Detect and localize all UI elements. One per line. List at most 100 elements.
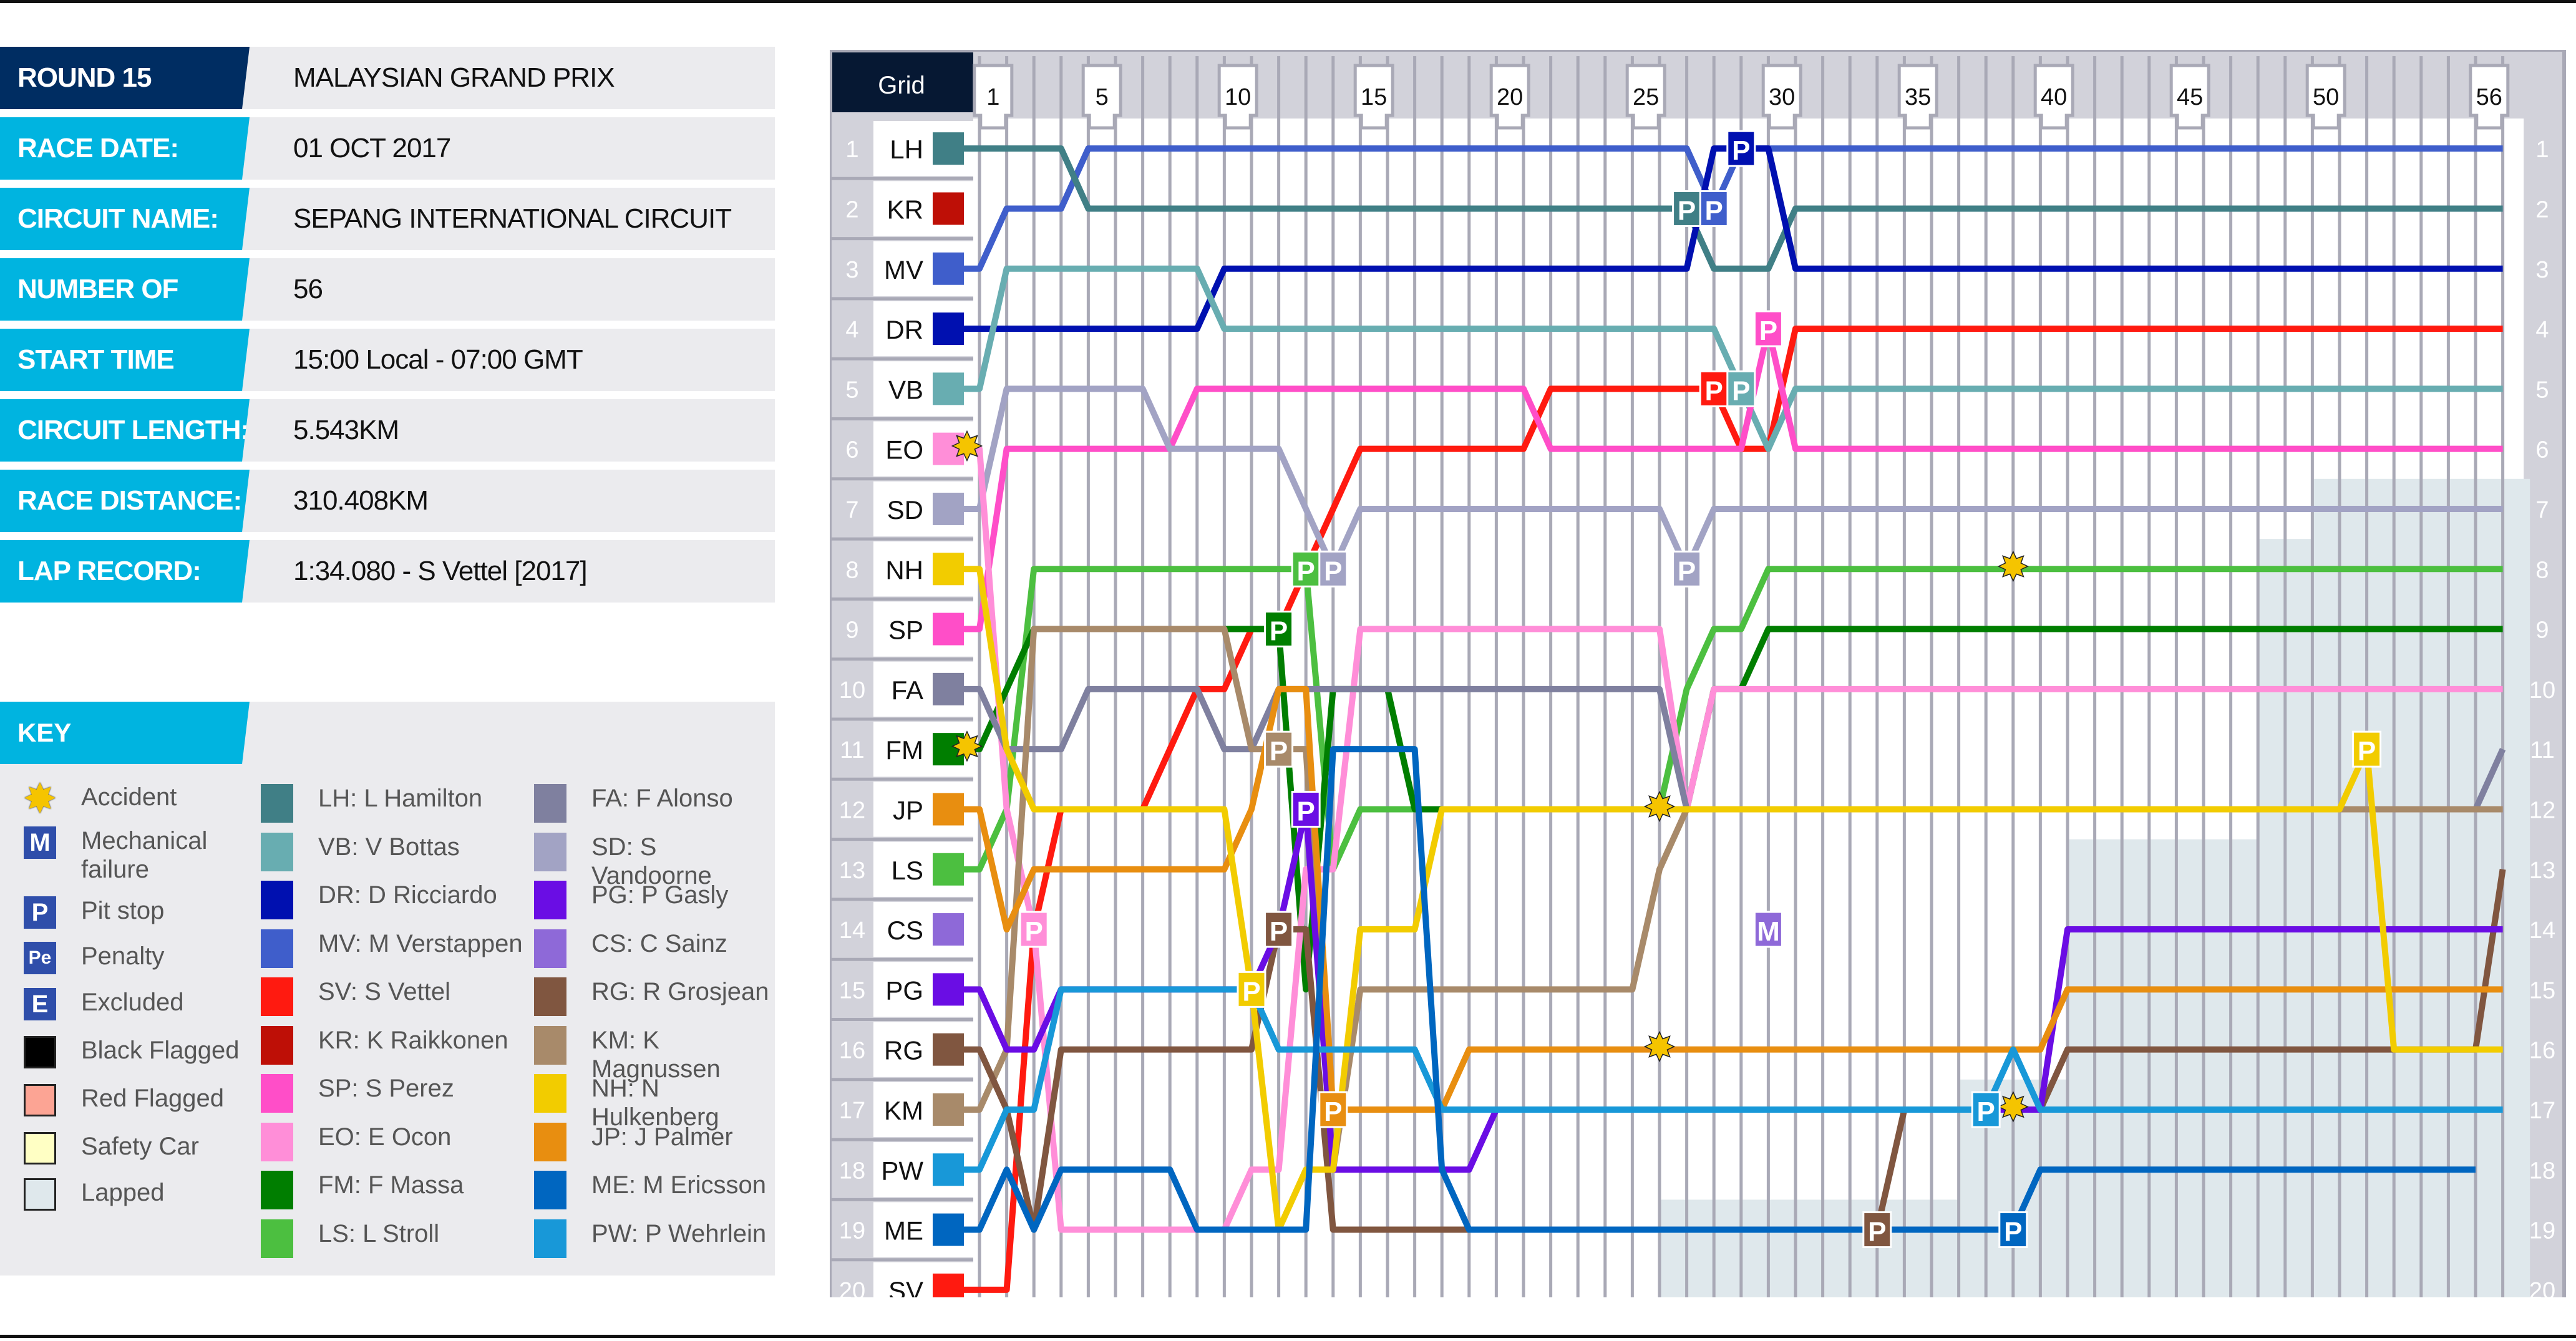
grid-position-number: 11 xyxy=(840,737,864,763)
final-position-number: 8 xyxy=(2535,557,2549,583)
grid-driver-swatch xyxy=(933,372,964,405)
key-item: M Mechanical failure xyxy=(24,826,207,883)
lap-tick-label: 56 xyxy=(2476,84,2502,110)
key-item: Black Flagged xyxy=(24,1036,239,1080)
grid-position-number: 9 xyxy=(845,617,858,644)
grid-driver-code: LS xyxy=(892,856,923,885)
grid-header-label: Grid xyxy=(878,72,925,99)
key-label: PG: P Gasly xyxy=(591,881,729,909)
pit-stop-label: P xyxy=(1868,1217,1886,1247)
grid-driver-swatch xyxy=(933,612,964,646)
grid-driver-swatch xyxy=(933,492,964,525)
pit-stop-label: P xyxy=(1732,135,1750,166)
grid-position-number: 13 xyxy=(839,858,865,884)
grid-driver-swatch xyxy=(933,1033,964,1066)
final-position-number: 5 xyxy=(2535,377,2549,403)
grid-driver-code: KR xyxy=(887,195,923,224)
grid-driver-swatch xyxy=(933,132,964,165)
grid-driver-code: ME xyxy=(884,1216,923,1246)
key-item: NH: N Hulkenberg xyxy=(534,1074,775,1131)
pit-stop-label: P xyxy=(1270,736,1288,767)
info-label: START TIME xyxy=(0,329,250,391)
info-row: CIRCUIT LENGTH: 5.543KM xyxy=(0,399,775,462)
info-value: 310.408KM xyxy=(293,485,429,516)
grid-driver-code: FM xyxy=(885,735,923,765)
grid-position-number: 12 xyxy=(839,797,865,823)
final-position-number: 3 xyxy=(2535,257,2549,283)
key-item: E Excluded xyxy=(24,988,184,1032)
grid-position-number: 2 xyxy=(845,196,858,223)
grid-driver-code: SP xyxy=(888,616,923,645)
key-label: KR: K Raikkonen xyxy=(318,1026,508,1054)
driver-color-swatch xyxy=(534,977,566,1016)
key-label: Safety Car xyxy=(81,1133,199,1160)
key-label: Lapped xyxy=(81,1179,165,1206)
final-position-number: 2 xyxy=(2535,196,2549,223)
grid-driver-code: PG xyxy=(885,975,923,1005)
key-label: LS: L Stroll xyxy=(318,1219,440,1247)
driver-color-swatch xyxy=(534,1074,566,1113)
key-label: MV: M Verstappen xyxy=(318,929,523,957)
lap-tick-label: 45 xyxy=(2177,84,2203,110)
final-position-number: 11 xyxy=(2530,737,2554,763)
accident-icon: ✸ xyxy=(951,426,983,469)
info-label: RACE DISTANCE: xyxy=(0,470,250,532)
grid-driver-code: PW xyxy=(881,1156,923,1185)
key-item: PW: P Wehrlein xyxy=(534,1219,766,1263)
key-label: FA: F Alonso xyxy=(591,785,733,812)
grid-position-number: 16 xyxy=(839,1038,865,1064)
driver-color-swatch xyxy=(534,832,566,871)
red-flag-swatch xyxy=(24,1084,56,1116)
grid-driver-code: MV xyxy=(884,255,923,284)
grid-driver-swatch xyxy=(933,913,964,946)
info-row: NUMBER OF LAPS: 56 xyxy=(0,258,775,321)
pit-stop-label: P xyxy=(1678,556,1696,586)
grid-position-number: 1 xyxy=(845,137,858,163)
driver-color-swatch xyxy=(534,929,566,968)
final-position-number: 13 xyxy=(2529,858,2555,884)
accident-icon: ✸ xyxy=(951,726,983,769)
accident-icon: ✸ xyxy=(1643,786,1676,829)
lap-tick-label: 40 xyxy=(2041,84,2067,110)
lap-tick-label: 15 xyxy=(1361,84,1387,110)
grid-position-number: 18 xyxy=(839,1158,865,1184)
final-position-number: 16 xyxy=(2529,1038,2555,1064)
key-label: Penalty xyxy=(81,942,165,970)
driver-color-swatch xyxy=(534,1122,566,1161)
grid-driver-swatch xyxy=(933,1273,964,1297)
key-item: ✸ Accident xyxy=(24,778,177,826)
driver-color-swatch xyxy=(534,1219,566,1258)
driver-color-swatch xyxy=(261,784,293,823)
key-label: EO: E Ocon xyxy=(318,1123,452,1151)
key-item: Pe Penalty xyxy=(24,942,164,985)
top-rule xyxy=(0,0,2576,3)
pit-stop-label: P xyxy=(1732,375,1750,406)
pit-stop-label: P xyxy=(1297,796,1315,826)
key-label: DR: D Ricciardo xyxy=(318,881,497,909)
driver-color-swatch xyxy=(261,1219,293,1258)
key-item: EO: E Ocon xyxy=(261,1122,452,1166)
driver-color-swatch xyxy=(534,1025,566,1065)
pit-stop-label: P xyxy=(1705,375,1723,406)
grid-driver-swatch xyxy=(933,553,964,586)
grid-position-number: 19 xyxy=(839,1218,865,1244)
key-item: P Pit stop xyxy=(24,896,164,940)
key-label: Mechanical failure xyxy=(81,827,208,883)
grid-position-number: 8 xyxy=(845,557,858,583)
driver-color-swatch xyxy=(534,1171,566,1209)
grid-driver-code: SV xyxy=(888,1276,923,1297)
grid-driver-swatch xyxy=(933,1213,964,1246)
grid-position-number: 3 xyxy=(845,257,858,283)
driver-color-swatch xyxy=(261,881,293,919)
info-label: CIRCUIT LENGTH: xyxy=(0,399,250,462)
driver-color-swatch xyxy=(261,1074,293,1113)
key-label: Pit stop xyxy=(81,897,165,924)
key-label: LH: L Hamilton xyxy=(318,785,483,812)
info-value: SEPANG INTERNATIONAL CIRCUIT xyxy=(293,203,732,234)
excluded-icon: E xyxy=(24,988,56,1020)
key-label: FM: F Massa xyxy=(318,1171,464,1199)
key-item: RG: R Grosjean xyxy=(534,977,769,1021)
info-value: 1:34.080 - S Vettel [2017] xyxy=(293,556,588,586)
lap-tick-label: 35 xyxy=(1905,84,1931,110)
info-row: RACE DISTANCE: 310.408KM xyxy=(0,470,775,532)
